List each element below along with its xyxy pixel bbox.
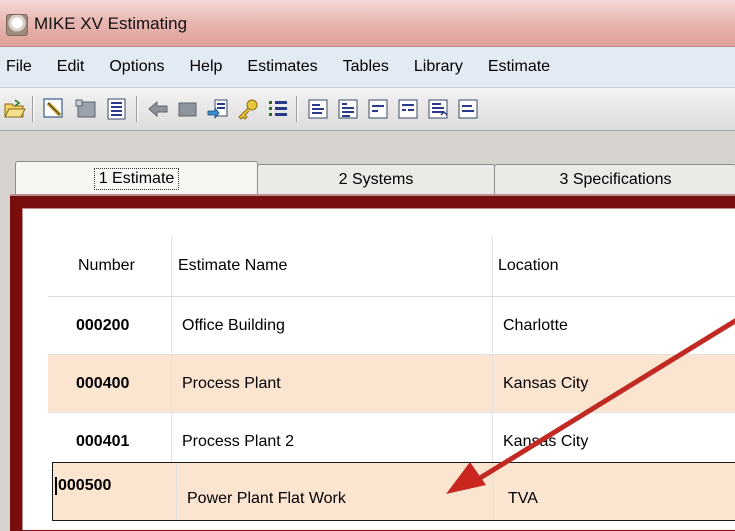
title-bar: MIKE XV Estimating xyxy=(0,0,735,47)
assign-icon[interactable] xyxy=(206,97,230,121)
menu-edit[interactable]: Edit xyxy=(45,58,98,76)
open-folder-icon[interactable] xyxy=(3,97,27,121)
menu-library[interactable]: Library xyxy=(402,58,476,76)
estimate-number-value: 000500 xyxy=(58,477,112,494)
location-cell[interactable]: Kansas City xyxy=(493,355,735,412)
menu-options[interactable]: Options xyxy=(97,58,177,76)
estimate-number-cell-editing[interactable]: 000500 xyxy=(53,463,177,520)
list-icon[interactable] xyxy=(105,97,129,121)
table-row-selected[interactable]: 000500 Power Plant Flat Work TVA xyxy=(52,462,735,521)
column-header-number[interactable]: Number xyxy=(48,236,172,296)
menu-bar: File Edit Options Help Estimates Tables … xyxy=(0,47,735,88)
menu-estimates[interactable]: Estimates xyxy=(235,58,330,76)
tab-estimate[interactable]: 1 Estimate xyxy=(15,161,258,196)
card-icon[interactable] xyxy=(74,97,98,121)
column-header-location[interactable]: Location xyxy=(493,236,735,296)
estimate-number-cell[interactable]: 000200 xyxy=(48,297,172,354)
report-b-icon[interactable] xyxy=(336,97,360,121)
menu-file[interactable]: File xyxy=(0,58,45,76)
tab-systems[interactable]: 2 Systems xyxy=(257,164,495,195)
location-cell[interactable]: TVA xyxy=(494,463,735,520)
toolbar xyxy=(0,88,735,131)
menu-estimate[interactable]: Estimate xyxy=(476,58,563,76)
tab-estimate-label: 1 Estimate xyxy=(93,168,180,190)
forward-arrow-icon[interactable] xyxy=(176,97,200,121)
toolbar-separator xyxy=(136,96,137,122)
back-arrow-icon[interactable] xyxy=(146,97,170,121)
grid-header-row: Number Estimate Name Location xyxy=(48,236,735,297)
tab-strip: 1 Estimate 2 Systems 3 Specifications xyxy=(0,131,735,196)
report-f-icon[interactable] xyxy=(456,97,480,121)
estimate-name-cell[interactable]: Power Plant Flat Work xyxy=(173,463,494,520)
tab-specifications[interactable]: 3 Specifications xyxy=(494,164,735,195)
tab-systems-label: 2 Systems xyxy=(338,171,414,188)
toolbar-separator xyxy=(32,96,33,122)
numbered-list-icon[interactable] xyxy=(266,97,290,121)
menu-help[interactable]: Help xyxy=(178,58,236,76)
estimate-name-cell[interactable]: Office Building xyxy=(172,297,493,354)
estimates-grid: Number Estimate Name Location 000200 Off… xyxy=(48,236,735,529)
window-title: MIKE XV Estimating xyxy=(34,14,188,33)
table-row[interactable]: 000400 Process Plant Kansas City xyxy=(48,355,735,413)
estimate-name-cell[interactable]: Process Plant xyxy=(172,355,493,412)
tab-specifications-label: 3 Specifications xyxy=(559,171,672,188)
menu-tables[interactable]: Tables xyxy=(331,58,402,76)
toolbar-separator xyxy=(296,96,297,122)
report-a-icon[interactable] xyxy=(306,97,330,121)
location-cell[interactable]: Charlotte xyxy=(493,297,735,354)
report-c-icon[interactable] xyxy=(366,97,390,121)
report-e-icon[interactable] xyxy=(426,97,450,121)
edit-pencil-icon[interactable] xyxy=(42,97,66,121)
report-d-icon[interactable] xyxy=(396,97,420,121)
text-caret xyxy=(55,477,57,495)
column-header-estimate-name[interactable]: Estimate Name xyxy=(172,236,493,296)
key-icon[interactable] xyxy=(236,97,260,121)
mike-app-icon[interactable] xyxy=(6,14,28,36)
estimate-number-cell[interactable]: 000400 xyxy=(48,355,172,412)
table-row[interactable]: 000200 Office Building Charlotte xyxy=(48,297,735,355)
